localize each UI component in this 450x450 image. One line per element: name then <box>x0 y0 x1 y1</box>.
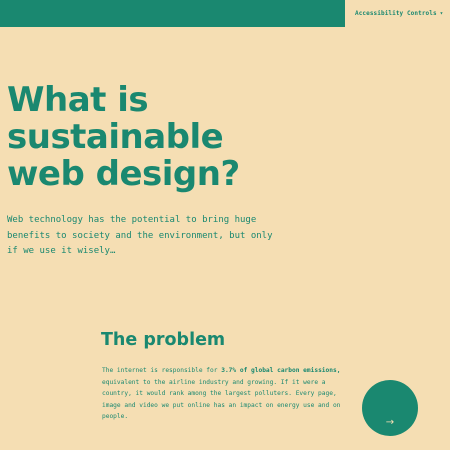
problem-body-start: The internet is responsible for <box>102 367 218 374</box>
carbon-emissions-highlight: 3.7% of global carbon emissions, <box>221 367 341 374</box>
chevron-down-icon: ▾ <box>439 10 444 17</box>
page-title: What is sustainable web design? <box>7 80 240 194</box>
problem-body: The internet is responsible for 3.7% of … <box>102 365 352 423</box>
accessibility-controls-label: Accessibility Controls <box>355 10 437 17</box>
arrow-right-icon: → <box>385 417 395 428</box>
next-section-button[interactable]: → <box>362 380 418 436</box>
problem-heading: The problem <box>101 330 226 350</box>
accessibility-controls-button[interactable]: Accessibility Controls ▾ <box>355 10 443 17</box>
hero-intro: Web technology has the potential to brin… <box>7 215 273 256</box>
problem-body-end: equivalent to the airline industry and g… <box>102 378 341 421</box>
header-bar <box>0 0 345 27</box>
accessibility-controls: Accessibility Controls ▾ <box>345 0 450 27</box>
